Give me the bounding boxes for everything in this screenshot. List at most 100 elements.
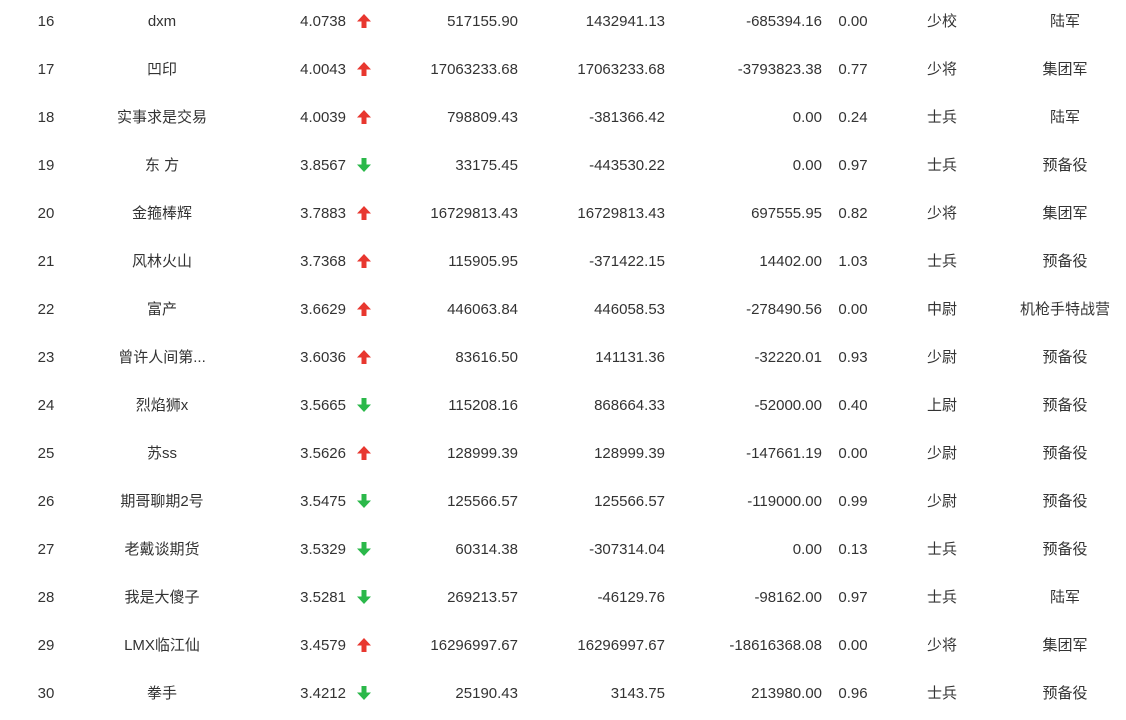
ratio-cell: 0.93 — [838, 349, 868, 366]
arrow-down-icon — [357, 590, 371, 604]
value-3-cell: -32220.01 — [754, 349, 822, 366]
score-cell: 3.7368 — [300, 253, 346, 270]
trend-cell — [353, 480, 375, 524]
table-row[interactable]: 30 拳手 3.4212 25190.43 3143.75 213980.00 … — [0, 672, 1126, 720]
table-row[interactable]: 19 东 方 3.8567 33175.45 -443530.22 0.00 0… — [0, 144, 1126, 192]
rank-cell: 22 — [37, 301, 55, 318]
trend-cell — [353, 240, 375, 284]
table-row[interactable]: 24 烈焰狮x 3.5665 115208.16 868664.33 -5200… — [0, 384, 1126, 432]
value-3-cell: -119000.00 — [747, 493, 822, 510]
table-row[interactable]: 16 dxm 4.0738 517155.90 1432941.13 -6853… — [0, 0, 1126, 48]
value-1-cell: 798809.43 — [447, 109, 518, 126]
table-row[interactable]: 17 凹印 4.0043 17063233.68 17063233.68 -37… — [0, 48, 1126, 96]
value-1-cell: 517155.90 — [447, 13, 518, 30]
rank-cell: 30 — [37, 685, 55, 702]
rank-cell: 16 — [37, 13, 55, 30]
value-2-cell: -371422.15 — [589, 253, 665, 270]
value-1-cell: 16729813.43 — [430, 205, 518, 222]
value-1-cell: 16296997.67 — [430, 637, 518, 654]
rank-cell: 25 — [37, 445, 55, 462]
value-1-cell: 125566.57 — [447, 493, 518, 510]
trader-name-cell[interactable]: 金箍棒辉 — [82, 192, 242, 236]
table-row[interactable]: 20 金箍棒辉 3.7883 16729813.43 16729813.43 6… — [0, 192, 1126, 240]
table-row[interactable]: 26 期哥聊期2号 3.5475 125566.57 125566.57 -11… — [0, 480, 1126, 528]
table-row[interactable]: 21 风林火山 3.7368 115905.95 -371422.15 1440… — [0, 240, 1126, 288]
unit-cell: 集团军 — [1042, 205, 1088, 222]
value-3-cell: 213980.00 — [751, 685, 822, 702]
score-cell: 3.4579 — [300, 637, 346, 654]
ratio-cell: 0.00 — [838, 637, 868, 654]
trader-name-cell[interactable]: LMX临江仙 — [82, 624, 242, 668]
trader-name-cell[interactable]: 期哥聊期2号 — [82, 480, 242, 524]
ratio-cell: 0.24 — [838, 109, 868, 126]
arrow-up-icon — [357, 62, 371, 76]
table-row[interactable]: 18 实事求是交易 4.0039 798809.43 -381366.42 0.… — [0, 96, 1126, 144]
rank-cell: 21 — [37, 253, 55, 270]
unit-cell: 预备役 — [1042, 157, 1088, 174]
rank-cell: 24 — [37, 397, 55, 414]
arrow-up-icon — [357, 254, 371, 268]
unit-cell: 预备役 — [1042, 397, 1088, 414]
value-2-cell: 141131.36 — [595, 349, 665, 366]
rank-title-cell: 少尉 — [926, 445, 957, 462]
value-2-cell: 3143.75 — [610, 685, 665, 702]
ratio-cell: 0.82 — [838, 205, 868, 222]
rank-cell: 27 — [37, 541, 55, 558]
value-2-cell: 16296997.67 — [577, 637, 665, 654]
unit-cell: 预备役 — [1042, 445, 1088, 462]
arrow-up-icon — [357, 14, 371, 28]
ranking-table: 16 dxm 4.0738 517155.90 1432941.13 -6853… — [0, 0, 1126, 714]
table-row[interactable]: 23 曾许人间第... 3.6036 83616.50 141131.36 -3… — [0, 336, 1126, 384]
arrow-down-icon — [357, 158, 371, 172]
trader-name-cell[interactable]: dxm — [82, 0, 242, 44]
arrow-down-icon — [357, 686, 371, 700]
ratio-cell: 0.00 — [838, 13, 868, 30]
rank-cell: 29 — [37, 637, 55, 654]
trader-name-cell[interactable]: 我是大傻子 — [82, 576, 242, 620]
table-row[interactable]: 25 苏ss 3.5626 128999.39 128999.39 -14766… — [0, 432, 1126, 480]
value-2-cell: 446058.53 — [594, 301, 665, 318]
value-2-cell: -46129.76 — [597, 589, 665, 606]
trader-name-cell[interactable]: 凹印 — [82, 48, 242, 92]
unit-cell: 机枪手特战营 — [1019, 301, 1110, 318]
score-cell: 4.0738 — [300, 13, 346, 30]
value-2-cell: 125566.57 — [594, 493, 665, 510]
trader-name-cell[interactable]: 实事求是交易 — [82, 96, 242, 140]
rank-title-cell: 少尉 — [926, 493, 957, 510]
unit-cell: 预备役 — [1042, 349, 1088, 366]
score-cell: 3.5626 — [300, 445, 346, 462]
table-row[interactable]: 28 我是大傻子 3.5281 269213.57 -46129.76 -981… — [0, 576, 1126, 624]
value-1-cell: 128999.39 — [447, 445, 518, 462]
trader-name-cell[interactable]: 烈焰狮x — [82, 384, 242, 428]
score-cell: 3.5475 — [300, 493, 346, 510]
table-row[interactable]: 27 老戴谈期货 3.5329 60314.38 -307314.04 0.00… — [0, 528, 1126, 576]
rank-title-cell: 士兵 — [926, 541, 957, 558]
score-cell: 3.8567 — [300, 157, 346, 174]
unit-cell: 集团军 — [1042, 637, 1088, 654]
value-1-cell: 60314.38 — [455, 541, 518, 558]
score-cell: 3.4212 — [300, 685, 346, 702]
value-2-cell: -307314.04 — [589, 541, 665, 558]
trend-cell — [353, 384, 375, 428]
table-row[interactable]: 22 富产 3.6629 446063.84 446058.53 -278490… — [0, 288, 1126, 336]
score-cell: 4.0043 — [300, 61, 346, 78]
arrow-down-icon — [357, 494, 371, 508]
trader-name-cell[interactable]: 富产 — [82, 288, 242, 332]
rank-cell: 17 — [37, 61, 55, 78]
trend-cell — [353, 288, 375, 332]
ratio-cell: 0.99 — [838, 493, 868, 510]
rank-title-cell: 士兵 — [926, 685, 957, 702]
trader-name-cell[interactable]: 老戴谈期货 — [82, 528, 242, 572]
trader-name-cell[interactable]: 风林火山 — [82, 240, 242, 284]
trader-name-cell[interactable]: 苏ss — [82, 432, 242, 476]
trader-name-cell[interactable]: 拳手 — [82, 672, 242, 716]
trader-name-cell[interactable]: 曾许人间第... — [82, 336, 242, 380]
table-row[interactable]: 29 LMX临江仙 3.4579 16296997.67 16296997.67… — [0, 624, 1126, 672]
rank-title-cell: 少尉 — [926, 349, 957, 366]
ratio-cell: 0.77 — [838, 61, 868, 78]
value-3-cell: -147661.19 — [746, 445, 822, 462]
value-3-cell: -685394.16 — [746, 13, 822, 30]
trader-name-cell[interactable]: 东 方 — [82, 144, 242, 188]
arrow-up-icon — [357, 350, 371, 364]
value-2-cell: -381366.42 — [589, 109, 665, 126]
